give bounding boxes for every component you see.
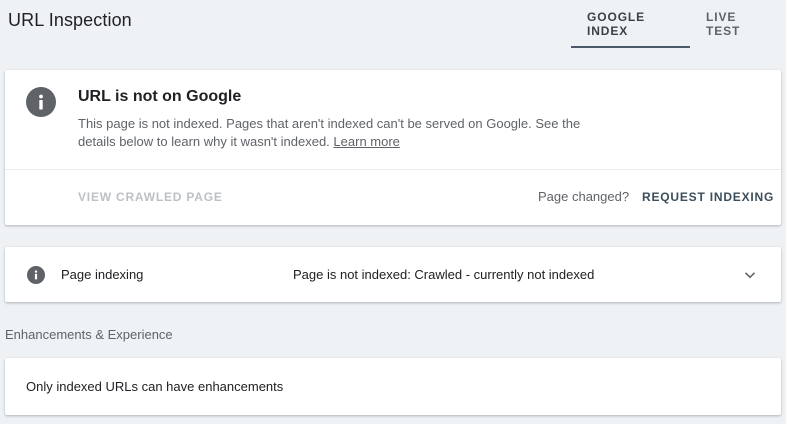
tab-live-test-label: LIVE TEST <box>706 10 741 38</box>
tab-google-index-label: GOOGLE INDEX <box>587 10 646 38</box>
url-inspection-page: URL Inspection GOOGLE INDEX LIVE TEST UR… <box>0 0 786 424</box>
view-crawled-page-button[interactable]: VIEW CRAWLED PAGE <box>78 190 223 204</box>
card-divider <box>5 169 781 170</box>
page-changed-label: Page changed? <box>538 189 630 204</box>
enhancements-message: Only indexed URLs can have enhancements <box>26 379 284 394</box>
status-heading: URL is not on Google <box>78 88 242 105</box>
index-status-card: URL is not on Google This page is not in… <box>5 70 781 225</box>
tab-google-index[interactable]: GOOGLE INDEX <box>571 0 690 48</box>
page-indexing-card[interactable]: Page indexing Page is not indexed: Crawl… <box>5 247 781 302</box>
page-title: URL Inspection <box>8 10 132 30</box>
enhancements-card: Only indexed URLs can have enhancements <box>5 358 781 415</box>
chevron-down-icon[interactable] <box>741 266 759 284</box>
page-indexing-label: Page indexing <box>61 267 144 282</box>
tab-live-test[interactable]: LIVE TEST <box>690 0 786 48</box>
status-description-text: This page is not indexed. Pages that are… <box>78 116 581 149</box>
info-icon <box>27 266 45 284</box>
page-header: URL Inspection GOOGLE INDEX LIVE TEST <box>0 0 786 48</box>
page-indexing-status: Page is not indexed: Crawled - currently… <box>293 267 595 282</box>
enhancements-section-label: Enhancements & Experience <box>5 327 173 342</box>
learn-more-link[interactable]: Learn more <box>333 134 399 149</box>
status-description: This page is not indexed. Pages that are… <box>78 115 598 151</box>
request-indexing-button[interactable]: REQUEST INDEXING <box>642 190 774 204</box>
info-icon <box>26 87 56 117</box>
inspection-tabs: GOOGLE INDEX LIVE TEST <box>571 0 786 48</box>
